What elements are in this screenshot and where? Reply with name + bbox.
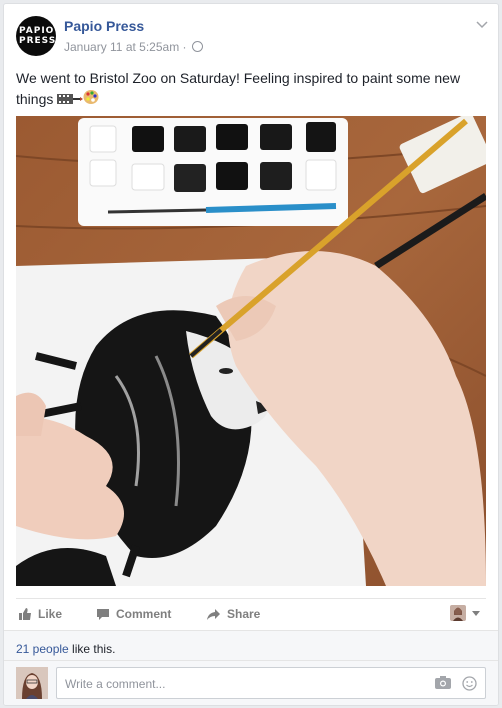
post-text: We went to Bristol Zoo on Saturday! Feel… xyxy=(16,68,486,111)
comment-composer: Write a comment... xyxy=(4,660,498,705)
palette-emoji xyxy=(83,89,99,111)
thumbs-up-icon xyxy=(19,608,31,620)
page-name[interactable]: Papio Press xyxy=(64,18,144,34)
reaction-profile-selector[interactable] xyxy=(450,605,480,621)
smiley-icon[interactable] xyxy=(462,676,477,696)
meta-separator: · xyxy=(182,40,187,54)
likes-text: 21 people like this. xyxy=(16,642,115,656)
comment-input[interactable]: Write a comment... xyxy=(56,667,486,699)
comment-label: Comment xyxy=(116,607,172,621)
profile-avatar-small xyxy=(450,605,466,621)
post-photo[interactable] xyxy=(16,116,486,586)
comment-button[interactable]: Comment xyxy=(96,607,171,621)
post-header: PAPIO PRESS Papio Press January 11 at 5:… xyxy=(16,16,488,60)
post-timestamp[interactable]: January 11 at 5:25am xyxy=(64,40,179,54)
likes-count-link[interactable]: 21 people xyxy=(16,642,69,656)
globe-icon xyxy=(191,41,203,52)
camera-icon[interactable] xyxy=(435,676,451,694)
post-actions: Like Comment Share xyxy=(16,598,486,629)
share-label: Share xyxy=(227,607,261,621)
likes-suffix: like this. xyxy=(68,642,116,656)
share-icon xyxy=(207,608,220,620)
paintbrush-emoji xyxy=(73,90,84,111)
like-button[interactable]: Like xyxy=(18,607,62,621)
caret-down-icon xyxy=(472,610,480,616)
share-button[interactable]: Share xyxy=(206,607,260,621)
avatar-text: PAPIO PRESS xyxy=(19,26,57,46)
post-meta: January 11 at 5:25am · xyxy=(64,40,203,54)
likes-summary: 21 people like this. xyxy=(4,630,498,661)
film-strip-emoji xyxy=(57,90,74,111)
user-avatar[interactable] xyxy=(16,667,48,699)
page-avatar[interactable]: PAPIO PRESS xyxy=(16,16,56,56)
post-card: PAPIO PRESS Papio Press January 11 at 5:… xyxy=(3,3,499,706)
comment-placeholder: Write a comment... xyxy=(65,677,166,691)
like-label: Like xyxy=(38,607,63,621)
chevron-down-icon[interactable] xyxy=(476,18,488,32)
comment-icon xyxy=(97,608,109,620)
